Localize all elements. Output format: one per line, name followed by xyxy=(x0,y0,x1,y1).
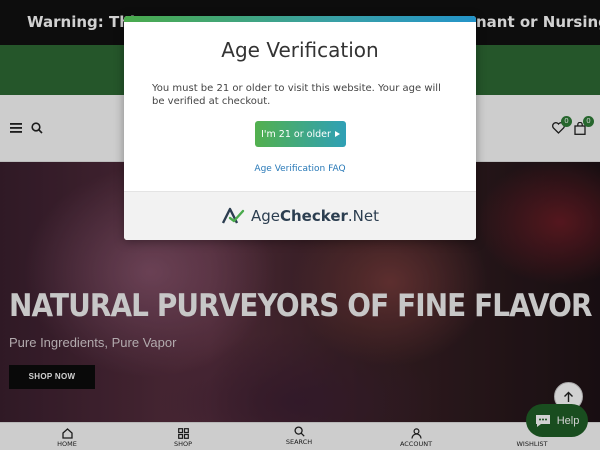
caret-right-icon xyxy=(334,131,340,137)
modal-title: Age Verification xyxy=(221,38,379,62)
agechecker-logo-icon xyxy=(221,207,245,224)
confirm-age-label: I'm 21 or older xyxy=(261,128,331,140)
modal-gradient-bar xyxy=(124,16,476,22)
brand-prefix: Age xyxy=(250,207,280,225)
modal-message: You must be 21 or older to visit this we… xyxy=(152,83,441,107)
age-verification-modal: Age Verification You must be 21 or older… xyxy=(124,16,476,240)
modal-footer: AgeChecker.Net xyxy=(124,191,476,240)
agechecker-brand[interactable]: AgeChecker.Net xyxy=(251,207,379,225)
brand-bold: Checker xyxy=(280,207,348,225)
age-verification-faq-link[interactable]: Age Verification FAQ xyxy=(124,164,476,174)
brand-suffix: .Net xyxy=(347,207,380,225)
confirm-age-button[interactable]: I'm 21 or older xyxy=(255,121,346,147)
